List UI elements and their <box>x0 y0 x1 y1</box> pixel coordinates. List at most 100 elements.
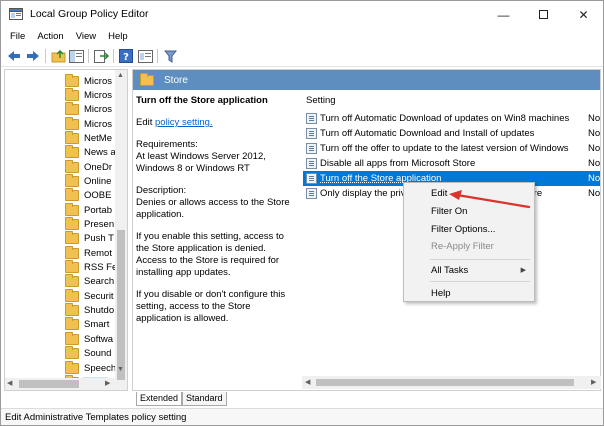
tree-item[interactable]: Speech <box>65 360 117 375</box>
tree-item[interactable]: Presen <box>65 217 115 232</box>
description-text: Denies or allows access to the Store app… <box>136 197 290 220</box>
pane-header: Store <box>133 70 600 90</box>
policy-setting-icon <box>306 188 317 199</box>
scroll-right-icon[interactable]: ▶ <box>591 378 596 386</box>
tree-item[interactable]: Sound <box>65 346 112 361</box>
minimize-button[interactable]: — <box>485 1 522 28</box>
tree-item-label: Remot <box>84 247 112 259</box>
scroll-left-icon[interactable]: ◀ <box>305 378 310 386</box>
edit-policy-link[interactable]: policy setting. <box>155 117 213 128</box>
scroll-down-icon[interactable]: ▼ <box>117 366 124 373</box>
filter-button[interactable] <box>162 48 178 64</box>
tree-item[interactable]: Micros <box>65 73 113 88</box>
group-policy-app-icon <box>9 8 23 20</box>
tab-extended[interactable]: Extended <box>136 392 183 406</box>
folder-icon <box>65 288 79 302</box>
policy-state: No <box>588 173 601 184</box>
tree-item[interactable]: Shutdo <box>65 303 115 318</box>
menu-help[interactable]: Help <box>102 28 134 45</box>
folder-icon <box>65 116 79 130</box>
folder-icon <box>65 202 79 216</box>
policy-setting-row[interactable]: Disable all apps from Microsoft Store No <box>303 156 600 171</box>
tree-item[interactable]: Micros <box>65 87 113 102</box>
menu-file[interactable]: File <box>1 28 31 45</box>
back-button[interactable] <box>6 48 22 64</box>
tree-item[interactable]: Search <box>65 274 115 289</box>
context-menu-filter-options[interactable]: Filter Options... <box>404 222 534 237</box>
tree-item[interactable]: Push T <box>65 231 115 246</box>
up-one-level-button[interactable] <box>50 48 66 64</box>
description-block: Description: Denies or allows access to … <box>136 185 296 221</box>
scrollbar-thumb[interactable] <box>19 380 79 388</box>
scrollbar-thumb[interactable] <box>117 230 125 380</box>
close-button[interactable]: ✕ <box>565 1 602 28</box>
policy-setting-label: Turn off Automatic Download of updates o… <box>320 113 570 124</box>
scroll-left-icon[interactable]: ◀ <box>7 379 12 387</box>
tree-item[interactable]: NetMe <box>65 130 113 145</box>
tree-horizontal-scrollbar[interactable]: ◀ ▶ <box>5 378 115 390</box>
properties-view-button[interactable] <box>137 48 153 64</box>
policy-state: No <box>588 113 601 124</box>
details-horizontal-scrollbar[interactable]: ◀ ▶ <box>302 376 601 389</box>
console-tree-icon <box>68 49 84 63</box>
tree-item-label: Micros <box>84 75 112 87</box>
folder-icon <box>65 360 79 374</box>
tree-item[interactable]: Securit <box>65 288 115 303</box>
menu-action[interactable]: Action <box>31 28 69 45</box>
column-header-setting[interactable]: Setting <box>306 95 336 106</box>
context-menu-help[interactable]: Help <box>404 286 534 301</box>
forward-button[interactable] <box>25 48 41 64</box>
tree-item[interactable]: OneDr <box>65 159 113 174</box>
policy-setting-icon <box>306 113 317 124</box>
console-tree[interactable]: Micros Micros Micros Micros NetMe News a OneDr… <box>4 69 128 391</box>
tree-item[interactable]: Online <box>65 173 112 188</box>
tree-item[interactable]: RSS Fe <box>65 260 118 275</box>
policy-setting-icon <box>306 143 317 154</box>
policy-setting-label: Turn off Automatic Download and Install … <box>320 128 535 139</box>
requirements-text: At least Windows Server 2012, Windows 8 … <box>136 151 266 174</box>
show-hide-tree-button[interactable] <box>68 48 84 64</box>
context-menu-all-tasks[interactable]: All Tasks ▶ <box>404 263 534 278</box>
maximize-button[interactable] <box>525 1 562 28</box>
tab-standard[interactable]: Standard <box>182 392 227 406</box>
requirements-label: Requirements: <box>136 139 198 150</box>
policy-state: No <box>588 128 601 139</box>
disable-explanation: If you disable or don't configure this s… <box>136 289 286 324</box>
policy-setting-row[interactable]: Turn off Automatic Download and Install … <box>303 126 601 141</box>
folder-icon <box>65 188 79 202</box>
context-menu-separator <box>430 281 530 282</box>
scroll-up-icon[interactable]: ▲ <box>117 72 124 79</box>
context-menu-reapply-filter[interactable]: Re-Apply Filter <box>404 239 534 254</box>
tree-item[interactable]: Micros <box>65 116 113 131</box>
tree-item[interactable]: Smart <box>65 317 110 332</box>
policy-setting-row[interactable]: Turn off Automatic Download of updates o… <box>303 111 601 126</box>
tree-item[interactable]: Portab <box>65 202 113 217</box>
tree-item-label: OneDr <box>84 161 112 173</box>
folder-icon <box>65 145 79 159</box>
folder-icon <box>65 159 79 173</box>
tree-item-label: Micros <box>84 104 112 116</box>
policy-setting-label: Only display the priv <box>320 188 406 199</box>
toolbar-separator <box>157 49 158 63</box>
scrollbar-thumb[interactable] <box>316 379 574 386</box>
folder-icon <box>65 73 79 87</box>
policy-setting-icon <box>306 173 317 184</box>
context-menu-separator <box>430 259 530 260</box>
annotation-arrow-icon <box>449 190 531 209</box>
title-bar: Local Group Policy Editor — ✕ <box>1 1 603 28</box>
menu-view[interactable]: View <box>70 28 102 45</box>
policy-title: Turn off the Store application <box>136 95 268 106</box>
context-menu-label: All Tasks <box>431 265 469 276</box>
tree-item-label: Shutdo <box>84 305 115 317</box>
minimize-icon: — <box>497 7 510 22</box>
scroll-right-icon[interactable]: ▶ <box>105 379 110 387</box>
tree-item[interactable]: Remot <box>65 245 113 260</box>
tree-item[interactable]: Softwa <box>65 331 114 346</box>
tree-item[interactable]: OOBE <box>65 188 112 203</box>
tree-vertical-scrollbar[interactable]: ▲ ▼ <box>115 70 127 390</box>
tree-item[interactable]: News a <box>65 145 117 160</box>
tree-item[interactable]: Micros <box>65 102 113 117</box>
help-button[interactable]: ? <box>118 48 134 64</box>
export-list-button[interactable] <box>93 48 109 64</box>
policy-setting-row[interactable]: Turn off the offer to update to the late… <box>303 141 600 156</box>
